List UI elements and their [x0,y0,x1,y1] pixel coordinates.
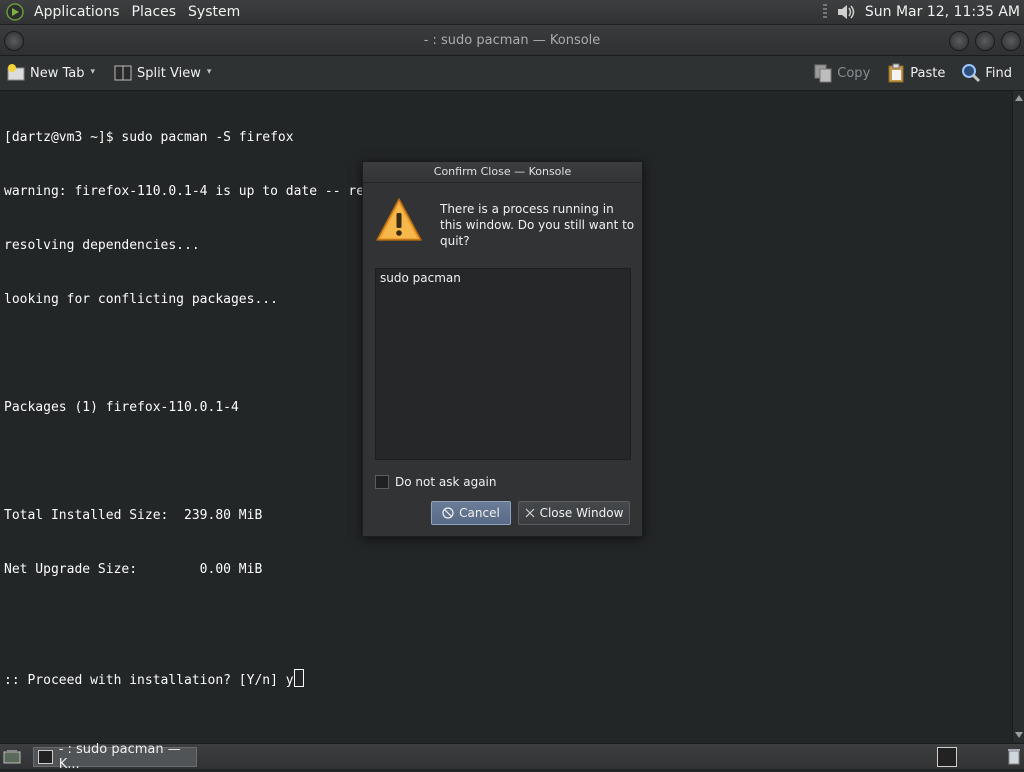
split-view-icon [114,65,132,81]
dont-ask-again-option[interactable]: Do not ask again [375,475,497,489]
bottom-taskbar: - : sudo pacman — K... [0,742,1024,772]
cancel-label: Cancel [459,506,500,520]
dialog-title[interactable]: Confirm Close — Konsole [363,162,642,183]
terminal-line: [dartz@vm3 ~]$ sudo pacman -S firefox [4,130,294,145]
paste-label: Paste [910,65,946,81]
show-desktop-icon[interactable] [3,749,21,765]
confirm-close-dialog: Confirm Close — Konsole There is a proce… [362,161,643,537]
chevron-down-icon[interactable]: ▾ [91,67,96,77]
warning-icon [376,198,422,241]
cancel-icon [442,507,454,519]
split-view-button[interactable]: Split View ▾ [107,63,217,83]
terminal-scrollbar[interactable] [1012,91,1024,742]
window-title: - : sudo pacman — Konsole [423,32,601,48]
trash-icon[interactable] [1007,746,1021,766]
dialog-message: There is a process running in this windo… [440,202,635,248]
search-icon [962,64,981,83]
maximize-button[interactable] [975,31,995,51]
volume-icon[interactable] [835,2,857,22]
taskbar-item-konsole[interactable]: - : sudo pacman — K... [33,742,197,772]
close-window-button[interactable]: Close Window [518,501,630,525]
dont-ask-again-label[interactable]: Do not ask again [395,475,497,489]
cancel-button[interactable]: Cancel [431,501,511,525]
copy-icon [814,64,832,83]
copy-label: Copy [837,65,871,81]
terminal-line: :: Proceed with installation? [Y/n] y [4,673,294,688]
gnome-logo-icon[interactable] [6,3,24,21]
konsole-toolbar: New Tab ▾ Split View ▾ Copy Paste Find [0,56,1024,91]
menu-applications[interactable]: Applications [28,4,126,20]
panel-grip [822,4,827,20]
terminal-cursor [293,669,304,687]
paste-button[interactable]: Paste [880,63,951,83]
window-menu-button[interactable] [4,31,24,51]
chevron-down-icon[interactable]: ▾ [207,67,212,77]
terminal-prompt-line: :: Proceed with installation? [Y/n] y [4,669,1008,688]
new-tab-label: New Tab [30,65,85,81]
taskbar-item-label: - : sudo pacman — K... [58,741,181,772]
scroll-down-icon[interactable] [1015,732,1023,738]
copy-button[interactable]: Copy [807,63,876,83]
scroll-up-icon[interactable] [1015,95,1023,101]
close-button[interactable] [1001,31,1021,51]
close-window-label: Close Window [539,506,624,520]
minimize-button[interactable] [949,31,969,51]
close-icon [525,508,535,518]
split-view-label: Split View [137,65,201,81]
window-titlebar[interactable]: - : sudo pacman — Konsole [0,25,1024,56]
process-list-item[interactable]: sudo pacman [376,269,630,287]
terminal-icon [38,749,53,764]
menu-system[interactable]: System [182,4,246,20]
paste-icon [888,63,904,83]
process-list[interactable]: sudo pacman [375,268,631,460]
workspace-switcher-icon[interactable] [937,747,957,767]
new-tab-icon [7,64,25,81]
find-label: Find [985,65,1012,81]
dont-ask-again-checkbox[interactable] [375,475,389,489]
panel-clock[interactable]: Sun Mar 12, 11:35 AM [865,4,1024,20]
top-panel: Applications Places System Sun Mar 12, 1… [0,0,1024,25]
menu-places[interactable]: Places [126,4,183,20]
find-button[interactable]: Find [955,63,1018,83]
new-tab-button[interactable]: New Tab ▾ [0,63,101,83]
terminal-line: Net Upgrade Size: 0.00 MiB [4,562,263,577]
